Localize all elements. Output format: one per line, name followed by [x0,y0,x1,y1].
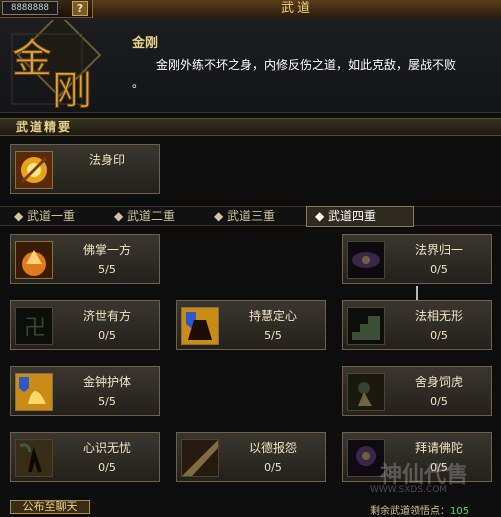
remaining-points-value: 105 [450,506,470,517]
tab-label: 武道三重 [227,209,276,223]
skill-tree-connector [416,286,418,300]
skill-description-end: 。 [132,76,145,90]
tab-bar: ◆ 武道一重 ◆ 武道二重 ◆ 武道三重 ◆ 武道四重 [0,206,501,227]
window-title: 武道 [92,0,501,18]
watermark-url: WWW.SXDS.COM [370,485,448,495]
swastika-icon: 卍 [15,307,53,345]
skill-card-fashenyin[interactable]: 法身印 [10,144,160,194]
skill-level: 5/5 [264,329,282,342]
publish-to-chat-button[interactable]: 公布至聊天 [10,500,90,514]
skill-level: 0/5 [430,263,448,276]
section-title-essence: 武道精要 [0,118,501,136]
skill-name: 济世有方 [82,309,131,323]
player-id-badge: 8888888 [2,1,58,15]
jingang-emblem-icon: 金 刚 [4,12,104,115]
tab-label: 武道四重 [328,209,377,223]
skill-level: 0/5 [264,461,282,474]
tab-label: 武道一重 [27,209,76,223]
skill-description: 金刚外练不坏之身，内修反伤之道，如此克敌，屡战不败 [156,58,457,72]
skill-card-fajie[interactable]: 法界归一 0/5 [342,234,492,284]
green-spirit-icon [15,439,53,477]
purple-eye-icon [347,241,385,279]
light-beam-icon [181,439,219,477]
skill-card-sheshen[interactable]: 舍身饲虎 0/5 [342,366,492,416]
skill-name: 心识无忧 [82,441,131,455]
skill-name: 金钟护体 [82,375,131,389]
help-button[interactable]: ? [72,1,88,16]
skill-name: 拜请佛陀 [414,441,463,455]
skill-level: 0/5 [430,329,448,342]
svg-text:卍: 卍 [24,316,46,341]
skill-card-faxiang[interactable]: 法相无形 0/5 [342,300,492,350]
skill-name: 持慧定心 [248,309,297,323]
tab-label: 武道二重 [127,209,176,223]
tab-wudao-3[interactable]: ◆ 武道三重 [214,207,298,226]
golden-seal-icon [15,151,53,189]
skill-level: 5/5 [98,395,116,408]
green-stairs-icon [347,307,385,345]
tab-wudao-1[interactable]: ◆ 武道一重 [14,207,98,226]
tab-wudao-2[interactable]: ◆ 武道二重 [114,207,198,226]
skill-name: 佛掌一方 [82,243,131,257]
skill-card-xinshi[interactable]: 心识无忧 0/5 [10,432,160,482]
tab-wudao-4[interactable]: ◆ 武道四重 [306,206,414,227]
skill-level: 0/5 [430,395,448,408]
remaining-points-label: 剩余武道领悟点： [370,506,450,517]
skill-title: 金刚 [132,36,159,51]
skill-level: 5/5 [98,263,116,276]
skill-name: 法相无形 [414,309,463,323]
skill-level: 0/5 [98,461,116,474]
svg-text:刚: 刚 [52,68,92,110]
skill-name: 以德报怨 [248,441,297,455]
watermark-logo: 神仙代售 WWW.SXDS.COM [340,455,500,505]
buddha-palm-icon [15,241,53,279]
svg-text:金: 金 [12,36,52,82]
skill-card-chihui[interactable]: 持慧定心 5/5 [176,300,326,350]
skill-card-yide[interactable]: 以德报怨 0/5 [176,432,326,482]
skill-card-jishi[interactable]: 卍 济世有方 0/5 [10,300,160,350]
skill-level: 0/5 [98,329,116,342]
golden-bell-icon [15,373,53,411]
skill-name: 法界归一 [414,243,463,257]
tiger-icon [347,373,385,411]
skill-card-fozhang[interactable]: 佛掌一方 5/5 [10,234,160,284]
remaining-points: 剩余武道领悟点：105 [370,502,469,517]
skill-card-jinzhong[interactable]: 金钟护体 5/5 [10,366,160,416]
blue-shield-warrior-icon [181,307,219,345]
skill-name: 法身印 [88,153,125,167]
skill-name: 舍身饲虎 [414,375,463,389]
